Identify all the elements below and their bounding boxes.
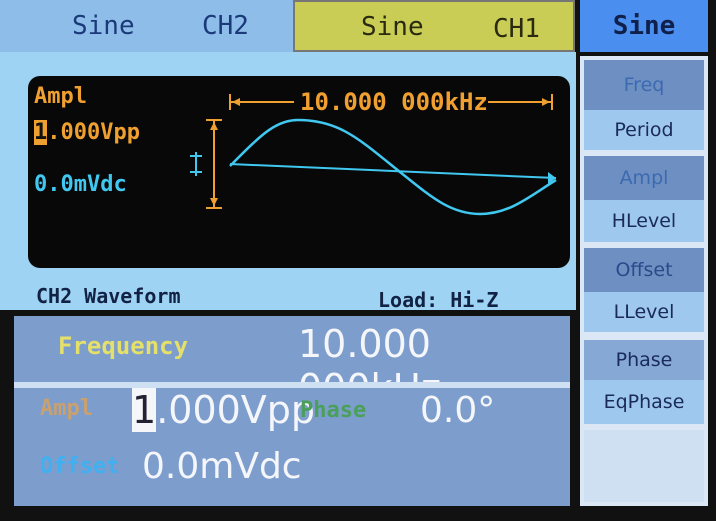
tab-ch1[interactable]: Sine CH1 bbox=[293, 0, 575, 52]
phase-param-value[interactable]: 0.0° bbox=[420, 390, 495, 431]
softkey-offset[interactable]: Offset bbox=[584, 248, 704, 292]
ampl-param-cursor: 1 bbox=[132, 388, 157, 432]
mode-label: Sine bbox=[612, 11, 676, 41]
softkey-eqphase[interactable]: EqPhase bbox=[584, 380, 704, 424]
softkey-ampl-label: Ampl bbox=[619, 167, 669, 189]
offset-param-label[interactable]: Offset bbox=[40, 454, 119, 479]
ampl-param-label[interactable]: Ampl bbox=[40, 396, 93, 421]
softkey-ampl[interactable]: Ampl bbox=[584, 156, 704, 200]
softkey-hlevel[interactable]: HLevel bbox=[584, 200, 704, 242]
softkey-offset-label: Offset bbox=[615, 259, 673, 281]
softkey-freq[interactable]: Freq bbox=[584, 60, 704, 110]
softkey-llevel[interactable]: LLevel bbox=[584, 292, 704, 332]
ampl-value: 1.000Vpp bbox=[34, 120, 140, 145]
ampl-param-rest: .000Vpp bbox=[156, 388, 316, 432]
frequency-row[interactable]: Frequency 10.000 000kHz bbox=[14, 316, 570, 410]
offset-param-value[interactable]: 0.0mVdc bbox=[142, 446, 302, 487]
softkey-phase[interactable]: Phase bbox=[584, 340, 704, 380]
waveform-title: CH2 Waveform bbox=[36, 284, 181, 308]
ampl-cursor-digit: 1 bbox=[34, 120, 48, 145]
softkey-period[interactable]: Period bbox=[584, 110, 704, 150]
softkey-eqphase-label: EqPhase bbox=[603, 391, 685, 413]
ampl-param-value[interactable]: 1.000Vpp bbox=[132, 388, 315, 432]
phase-param-label[interactable]: Phase bbox=[300, 398, 366, 423]
tab-ch1-channel: CH1 bbox=[493, 14, 540, 44]
offset-value: 0.0mVdc bbox=[34, 172, 127, 197]
softkey-blank[interactable] bbox=[584, 430, 704, 502]
softkey-freq-label: Freq bbox=[623, 74, 665, 96]
offset-marker bbox=[190, 152, 202, 176]
tab-ch1-wave: Sine bbox=[361, 12, 424, 42]
tab-ch2-channel: CH2 bbox=[202, 11, 249, 41]
ampl-value-rest: .000Vpp bbox=[47, 120, 140, 145]
softkey-hlevel-label: HLevel bbox=[611, 210, 677, 232]
load-status: Load: Hi-Z bbox=[378, 288, 499, 312]
softkey-period-label: Period bbox=[614, 119, 674, 141]
mode-tab[interactable]: Sine bbox=[580, 0, 708, 52]
ampl-label: Ampl bbox=[34, 84, 87, 109]
tab-ch2-wave: Sine bbox=[72, 11, 135, 41]
softkey-llevel-label: LLevel bbox=[613, 301, 675, 323]
frequency-label: Frequency bbox=[58, 332, 189, 360]
waveform-graphic bbox=[190, 94, 557, 216]
softkey-phase-label: Phase bbox=[615, 349, 673, 371]
tab-ch2[interactable]: Sine CH2 bbox=[0, 0, 293, 52]
